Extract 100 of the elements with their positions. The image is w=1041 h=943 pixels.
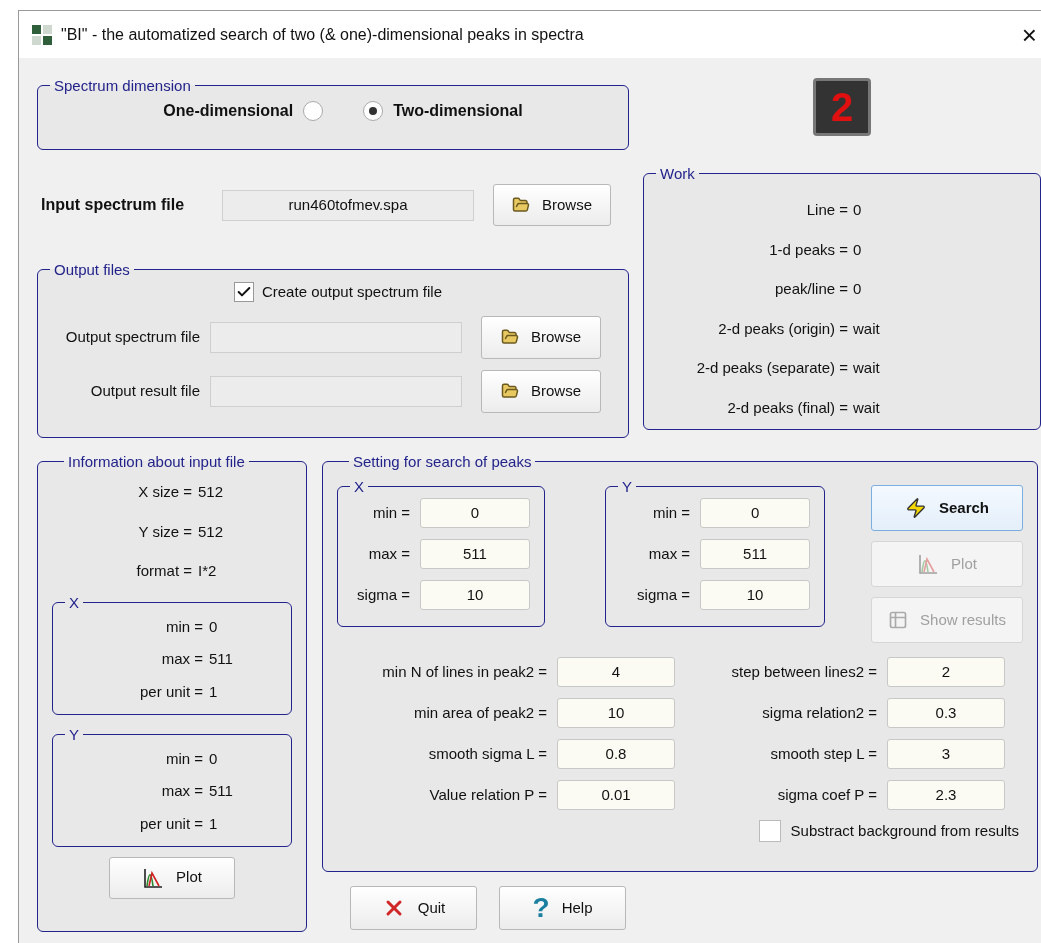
stat-label: 2-d peaks (final) = — [726, 397, 848, 418]
lightning-icon — [904, 497, 927, 519]
field-label: min N of lines in peak2 = — [381, 661, 548, 682]
group-title: X — [68, 594, 80, 610]
group-title: Information about input file — [67, 454, 246, 469]
info-value: 511 — [209, 649, 233, 669]
input-field[interactable]: 10 — [420, 580, 530, 610]
stat-value: wait — [853, 318, 880, 339]
info-label: min = — [164, 616, 203, 637]
info-value: 512 — [198, 521, 224, 542]
input-field[interactable]: 2.3 — [887, 780, 1005, 810]
folder-icon — [501, 328, 519, 346]
info-value: I*2 — [198, 561, 217, 581]
field-label: Output result file — [89, 380, 201, 401]
field-label: min = — [651, 502, 692, 523]
browse-button[interactable]: Browse — [481, 315, 601, 359]
info-value: 1 — [209, 681, 218, 702]
stat-label: 2-d peaks (origin) = — [717, 318, 848, 339]
group-title: Setting for search of peaks — [352, 454, 533, 469]
info-label: per unit = — [139, 681, 203, 702]
plot-button[interactable]: Plot — [109, 856, 235, 899]
field-label: Value relation P = — [428, 784, 548, 805]
radio-button[interactable] — [363, 101, 384, 121]
stat-value: 0 — [853, 279, 862, 299]
info-label: min = — [164, 748, 203, 769]
logo: 2 — [813, 78, 871, 136]
field-label: sigma = — [356, 584, 411, 605]
input-field[interactable] — [210, 375, 462, 407]
checkbox[interactable] — [233, 282, 254, 303]
chart-icon — [917, 553, 940, 575]
field-label: Input spectrum file — [41, 195, 186, 215]
info-label: X size = — [137, 482, 192, 502]
radio-label: Two-dimensional — [393, 101, 523, 121]
help-icon: ? — [532, 894, 550, 922]
stat-label: Line = — [805, 200, 848, 220]
field-label: sigma coef P = — [776, 784, 878, 805]
field-label: min area of peak2 = — [413, 702, 548, 723]
close-button[interactable]: × — [1019, 21, 1039, 48]
group-title: X — [353, 479, 365, 494]
info-label: max = — [160, 781, 203, 801]
input-field[interactable]: 0 — [420, 498, 530, 528]
radio-label: One-dimensional — [163, 101, 294, 121]
input-field[interactable]: 0.8 — [557, 739, 675, 769]
stat-value: wait — [853, 397, 880, 418]
checkbox[interactable] — [758, 820, 781, 843]
input-field[interactable]: 3 — [887, 739, 1005, 769]
group-title: Output files — [53, 262, 131, 277]
table-icon — [888, 610, 909, 630]
field-label: step between lines2 = — [730, 661, 878, 682]
input-field[interactable]: 0 — [700, 498, 811, 528]
info-value: 1 — [209, 813, 218, 834]
input-field[interactable]: run460tofmev.spa — [222, 189, 474, 221]
field-label: max = — [367, 543, 411, 564]
help-button[interactable]: ? Help — [499, 886, 626, 930]
field-label: smooth sigma L = — [427, 743, 548, 764]
browse-button[interactable]: Browse — [493, 184, 611, 226]
checkbox-label: Create output spectrum file — [261, 282, 443, 302]
info-value: 0 — [209, 748, 218, 769]
input-field[interactable]: 511 — [700, 539, 811, 569]
window-title: "BI" - the automatized search of two (& one)-dimensional peaks in spectra — [61, 24, 584, 45]
info-value: 512 — [198, 482, 224, 502]
stat-label: 2-d peaks (separate) = — [695, 358, 848, 378]
group-title: Y — [68, 726, 80, 742]
info-label: max = — [160, 649, 203, 669]
info-label: Y size = — [137, 521, 192, 542]
stat-value: 0 — [853, 200, 862, 220]
field-label: sigma relation2 = — [761, 702, 878, 723]
stat-label: 1-d peaks = — [768, 239, 848, 260]
input-field[interactable]: 4 — [557, 657, 675, 687]
input-field[interactable]: 0.01 — [557, 780, 675, 810]
field-label: sigma = — [636, 584, 692, 605]
chart-icon — [142, 866, 165, 889]
search-button[interactable]: Search — [871, 485, 1023, 531]
field-label: max = — [647, 543, 692, 564]
app-icon — [31, 23, 53, 46]
field-label: Output spectrum file — [64, 326, 201, 347]
group-title: Y — [621, 479, 634, 494]
input-field[interactable]: 511 — [420, 539, 530, 569]
info-label: format = — [135, 561, 192, 581]
input-field[interactable] — [210, 321, 462, 353]
stat-value: wait — [853, 358, 880, 378]
input-field[interactable]: 10 — [700, 580, 811, 610]
info-label: per unit = — [139, 813, 203, 834]
stat-label: peak/line = — [774, 279, 848, 299]
folder-icon — [501, 382, 519, 400]
radio-button[interactable] — [303, 101, 324, 121]
input-field[interactable]: 10 — [557, 698, 675, 728]
input-field[interactable]: 0.3 — [887, 698, 1005, 728]
field-label: min = — [371, 502, 411, 523]
info-value: 0 — [209, 616, 218, 637]
browse-button[interactable]: Browse — [481, 369, 601, 413]
stat-value: 0 — [853, 239, 862, 260]
group-title: Work — [659, 166, 696, 181]
folder-icon — [512, 196, 530, 214]
field-label: smooth step L = — [769, 743, 878, 764]
input-field[interactable]: 2 — [887, 657, 1005, 687]
quit-button[interactable]: Quit — [350, 886, 477, 930]
info-value: 511 — [209, 781, 233, 801]
checkbox-label: Substract background from results — [790, 821, 1019, 841]
group-title: Spectrum dimension — [53, 78, 192, 93]
